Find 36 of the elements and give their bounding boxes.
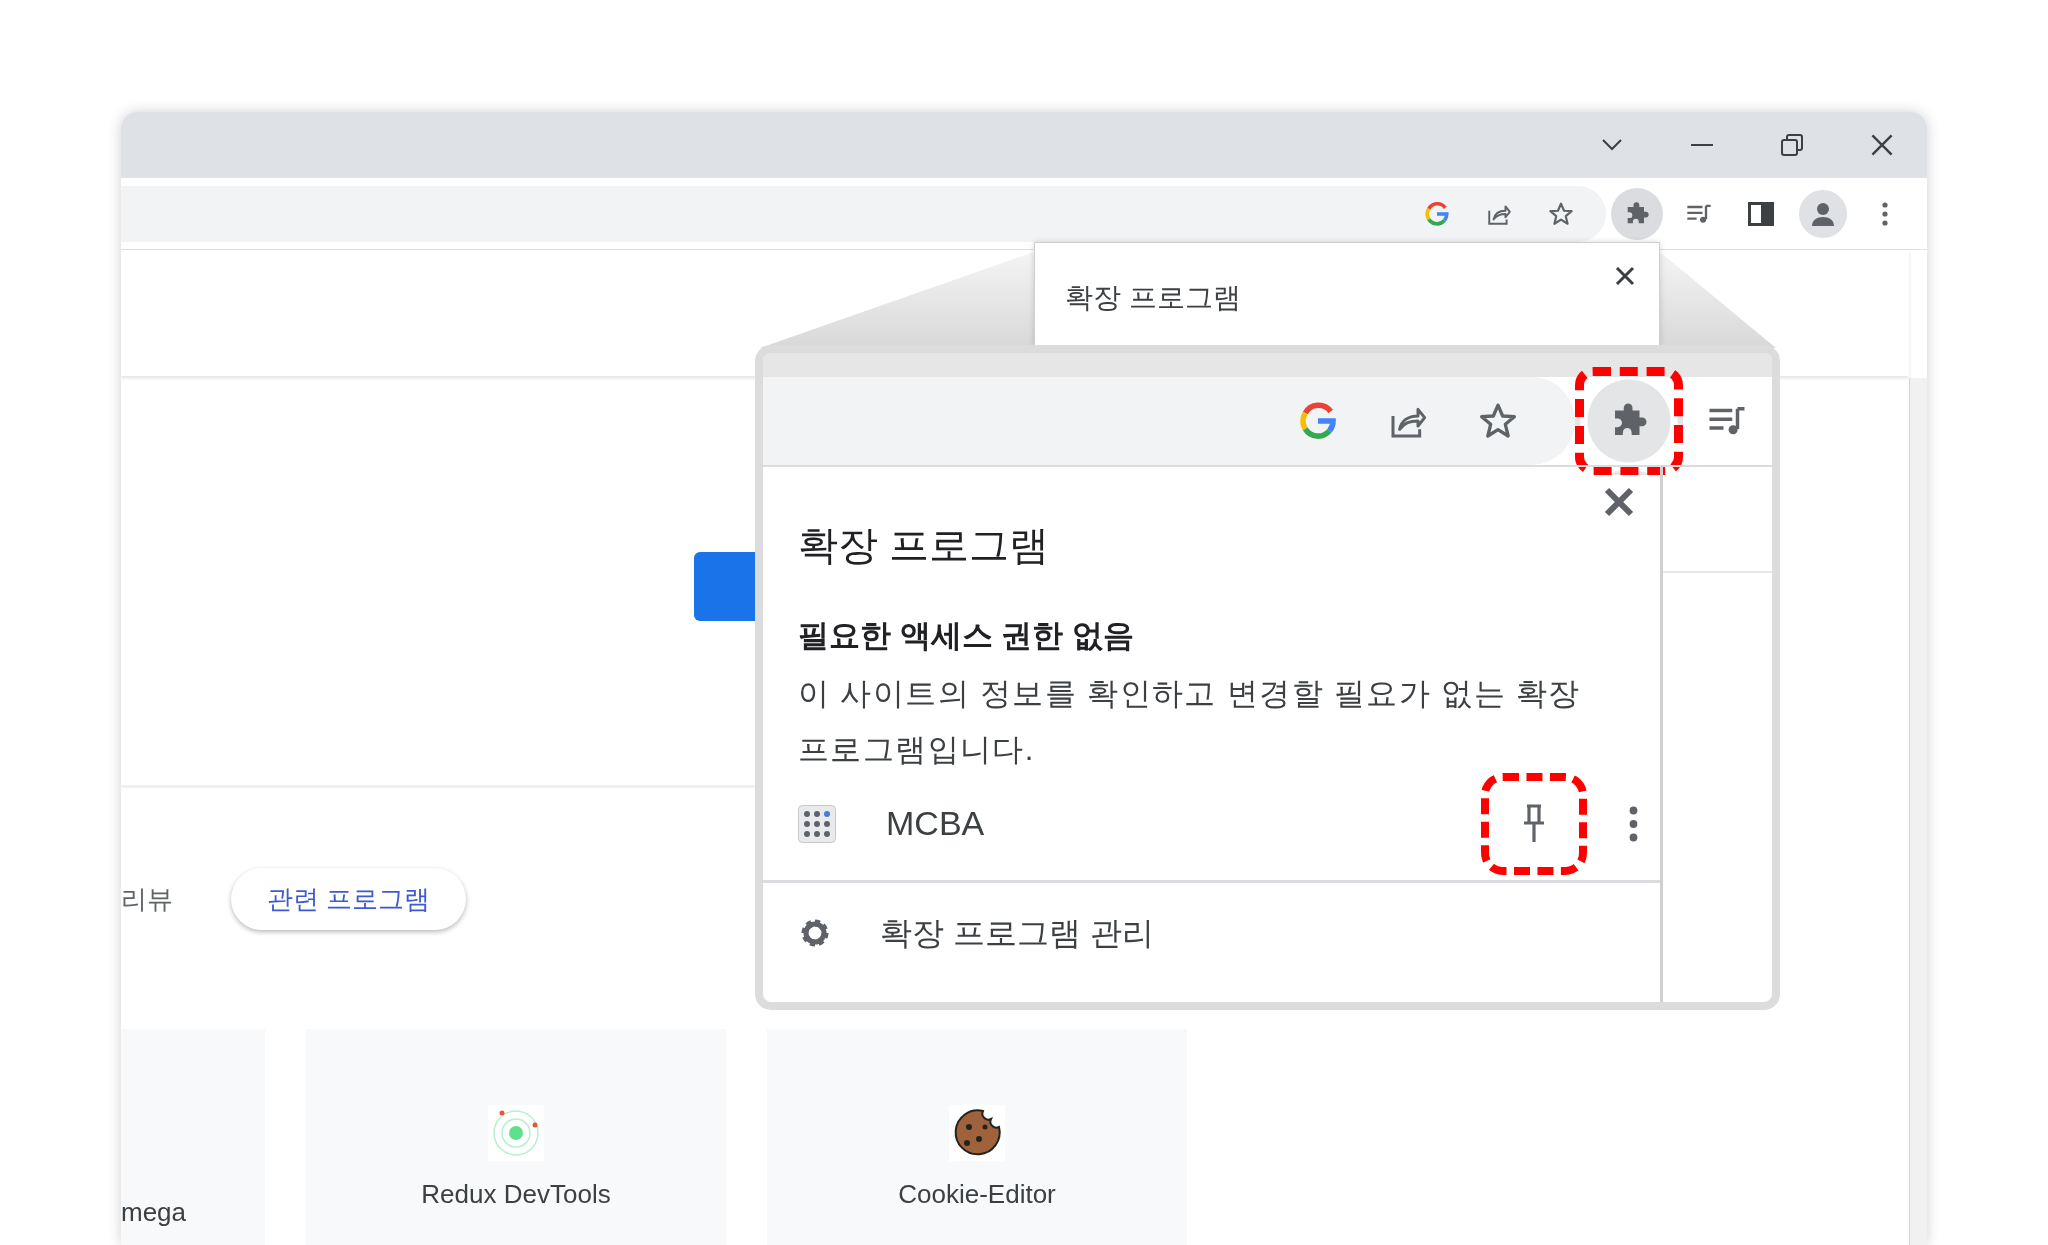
page-tab[interactable]: 리뷰	[121, 879, 173, 919]
extension-name: Redux DevTools	[421, 1178, 611, 1211]
google-logo-icon	[1424, 200, 1450, 227]
cookie-icon	[949, 1105, 1005, 1161]
side-panel-icon	[1748, 201, 1774, 226]
scrollbar[interactable]	[1909, 378, 1927, 1245]
close-icon	[1604, 487, 1634, 517]
popup-title: 확장 프로그램	[1065, 281, 1241, 315]
page-tab[interactable]: 관련 프로그램	[231, 868, 467, 930]
minimize-icon	[1691, 143, 1713, 147]
more-options-icon	[1629, 805, 1638, 842]
app-grid-icon	[798, 804, 836, 843]
extension-name: Cookie-Editor	[898, 1178, 1056, 1211]
section-heading: 필요한 액세스 권한 없음	[798, 617, 1135, 655]
extension-name: mega	[121, 1196, 187, 1229]
orbit-icon	[488, 1105, 544, 1161]
extensions-button[interactable]	[1575, 367, 1683, 475]
google-logo-icon	[1298, 401, 1339, 441]
popup-title: 확장 프로그램	[798, 522, 1051, 569]
extension-card[interactable]: mega	[121, 1029, 265, 1245]
more-options-icon	[1882, 201, 1888, 226]
manage-extensions-item[interactable]: 확장 프로그램 관리	[763, 882, 1660, 983]
star-icon	[1548, 200, 1574, 227]
pin-icon	[1521, 803, 1547, 844]
star-icon	[1478, 401, 1519, 441]
close-icon	[1615, 265, 1635, 286]
profile-button[interactable]	[1799, 189, 1847, 238]
extension-card[interactable]: Cookie-Editor	[767, 1029, 1187, 1245]
chevron-down-icon	[1601, 138, 1623, 152]
extension-name: MCBA	[886, 803, 986, 844]
restore-icon	[1781, 134, 1803, 156]
close-button[interactable]	[1604, 487, 1634, 517]
section-description: 이 사이트의 정보를 확인하고 변경할 필요가 없는 확장 프로그램입니다.	[798, 674, 1582, 769]
extension-card[interactable]: Redux DevTools	[306, 1029, 726, 1245]
close-icon	[1870, 133, 1894, 157]
extensions-button[interactable]	[1611, 187, 1663, 240]
